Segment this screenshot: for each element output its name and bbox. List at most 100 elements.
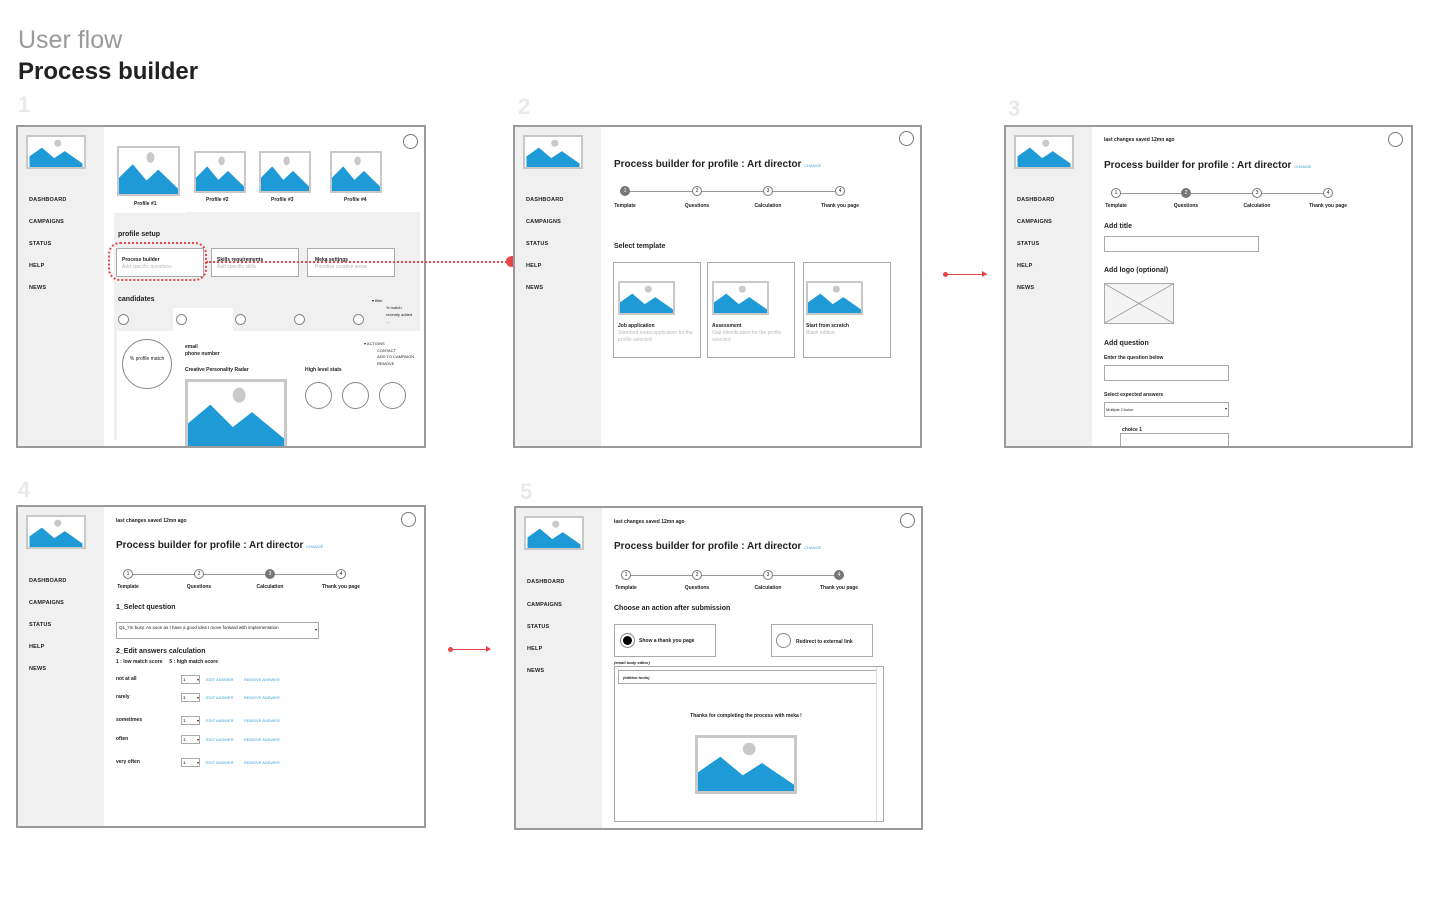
logo (523, 135, 583, 169)
nav-status[interactable]: STATUS (29, 241, 51, 247)
filter-item-more[interactable]: ... (372, 318, 422, 325)
step-3-dot[interactable]: 3 (763, 570, 773, 580)
nav-status[interactable]: STATUS (526, 241, 548, 247)
action-remove[interactable]: REMOVE (364, 361, 422, 368)
step-1-dot[interactable]: 1 (123, 569, 133, 579)
change-link[interactable]: CHANGE (804, 545, 821, 550)
radio-unselected[interactable] (776, 633, 791, 648)
nav-news[interactable]: NEWS (29, 666, 46, 672)
user-avatar[interactable] (900, 513, 915, 528)
profile-2-image[interactable] (194, 151, 246, 193)
title-input[interactable] (1104, 236, 1259, 252)
option-2-label: Redirect to external link (796, 639, 853, 645)
step-2-dot[interactable]: 2 (692, 570, 702, 580)
edit-answer-link[interactable]: EDIT ANSWER (206, 737, 234, 742)
step-3-dot[interactable]: 3 (265, 569, 275, 579)
user-avatar[interactable] (899, 131, 914, 146)
answer-type-select[interactable]: Multiple Choice ▾ (1104, 402, 1229, 417)
option-redirect[interactable]: Redirect to external link (771, 624, 873, 657)
step-2-dot[interactable]: 2 (692, 186, 702, 196)
score-select[interactable]: 1 ▾ (181, 716, 200, 725)
score-select[interactable]: 1 ▾ (181, 675, 200, 684)
candidate-radio[interactable] (118, 314, 129, 325)
option-thank-you-page[interactable]: Show a thank you page (614, 624, 716, 657)
template-job-application[interactable]: Job application Standard meka applicatio… (613, 262, 701, 358)
nav-status[interactable]: STATUS (29, 622, 51, 628)
nav-dashboard[interactable]: DASHBOARD (29, 197, 67, 203)
nav-news[interactable]: NEWS (1017, 285, 1034, 291)
nav-dashboard[interactable]: DASHBOARD (29, 578, 67, 584)
edit-answer-link[interactable]: EDIT ANSWER (206, 677, 234, 682)
user-avatar[interactable] (1388, 132, 1403, 147)
question-input[interactable] (1104, 365, 1229, 381)
candidate-radio[interactable] (235, 314, 246, 325)
candidate-radio[interactable] (353, 314, 364, 325)
profile-2-label[interactable]: Profile #2 (206, 197, 229, 203)
template-start-from-scratch[interactable]: Start from scratch Blank edition (803, 262, 891, 358)
edition-toolbar[interactable]: (edition tools) (618, 670, 877, 684)
nav-dashboard[interactable]: DASHBOARD (1017, 197, 1055, 203)
step-4-dot[interactable]: 4 (1323, 188, 1333, 198)
step-1-dot[interactable]: 1 (1111, 188, 1121, 198)
step-4-dot[interactable]: 4 (336, 569, 346, 579)
nav-help[interactable]: HELP (1017, 263, 1032, 269)
nav-campaigns[interactable]: CAMPAIGNS (29, 600, 64, 606)
profile-3-label[interactable]: Profile #3 (271, 197, 294, 203)
nav-news[interactable]: NEWS (526, 285, 543, 291)
score-select[interactable]: 1 ▾ (181, 758, 200, 767)
nav-news[interactable]: NEWS (527, 668, 544, 674)
step-3-dot[interactable]: 3 (763, 186, 773, 196)
user-avatar[interactable] (403, 134, 418, 149)
nav-campaigns[interactable]: CAMPAIGNS (527, 602, 562, 608)
candidate-radio[interactable] (294, 314, 305, 325)
step-1-dot[interactable]: 1 (621, 570, 631, 580)
change-link[interactable]: CHANGE (804, 163, 821, 168)
nav-help[interactable]: HELP (527, 646, 542, 652)
nav-news[interactable]: NEWS (29, 285, 46, 291)
filter-item-recent[interactable]: recently added (372, 311, 422, 318)
nav-status[interactable]: STATUS (1017, 241, 1039, 247)
step-4-dot[interactable]: 4 (834, 570, 844, 580)
email-editor[interactable]: (edition tools) Thanks for completing th… (614, 666, 884, 822)
nav-help[interactable]: HELP (526, 263, 541, 269)
remove-answer-link[interactable]: REMOVE ANSWER (244, 677, 280, 682)
user-avatar[interactable] (401, 512, 416, 527)
nav-status[interactable]: STATUS (527, 624, 549, 630)
candidate-radio[interactable] (176, 314, 187, 325)
remove-answer-link[interactable]: REMOVE ANSWER (244, 760, 280, 765)
score-select[interactable]: 1 ▾ (181, 693, 200, 702)
step-3-dot[interactable]: 3 (1252, 188, 1262, 198)
edit-answer-link[interactable]: EDIT ANSWER (206, 718, 234, 723)
edit-answer-link[interactable]: EDIT ANSWER (206, 760, 234, 765)
choice-input[interactable] (1120, 433, 1229, 446)
profile-4-image[interactable] (330, 151, 382, 193)
remove-answer-link[interactable]: REMOVE ANSWER (244, 718, 280, 723)
score-select[interactable]: 1 ▾ (181, 735, 200, 744)
logo-upload[interactable] (1104, 283, 1174, 324)
change-link[interactable]: CHANGE (1294, 164, 1311, 169)
step-1-dot[interactable]: 1 (620, 186, 630, 196)
change-link[interactable]: CHANGE (306, 544, 323, 549)
nav-campaigns[interactable]: CAMPAIGNS (526, 219, 561, 225)
template-assessment[interactable]: Assessment Gap identification for the pr… (707, 262, 795, 358)
question-select[interactable]: Q1_I'm busy. As soon as I have a good id… (116, 622, 319, 639)
step-4-dot[interactable]: 4 (835, 186, 845, 196)
nav-dashboard[interactable]: DASHBOARD (527, 579, 565, 585)
editor-scrollbar[interactable] (876, 667, 883, 821)
remove-answer-link[interactable]: REMOVE ANSWER (244, 737, 280, 742)
actions-menu[interactable]: ▾ ACTIONS CONTACT ADD TO CAMPAIGN REMOVE (364, 341, 422, 367)
filter-menu[interactable]: ▾ filter % match recently added ... (372, 297, 422, 325)
remove-answer-link[interactable]: REMOVE ANSWER (244, 695, 280, 700)
step-2-dot[interactable]: 2 (1181, 188, 1191, 198)
profile-4-label[interactable]: Profile #4 (344, 197, 367, 203)
step-2-dot[interactable]: 2 (194, 569, 204, 579)
profile-3-image[interactable] (259, 151, 311, 193)
nav-dashboard[interactable]: DASHBOARD (526, 197, 564, 203)
radio-selected[interactable] (620, 633, 635, 648)
nav-help[interactable]: HELP (29, 263, 44, 269)
nav-campaigns[interactable]: CAMPAIGNS (1017, 219, 1052, 225)
nav-campaigns[interactable]: CAMPAIGNS (29, 219, 64, 225)
edit-answer-link[interactable]: EDIT ANSWER (206, 695, 234, 700)
filter-item-match[interactable]: % match (372, 304, 422, 311)
nav-help[interactable]: HELP (29, 644, 44, 650)
